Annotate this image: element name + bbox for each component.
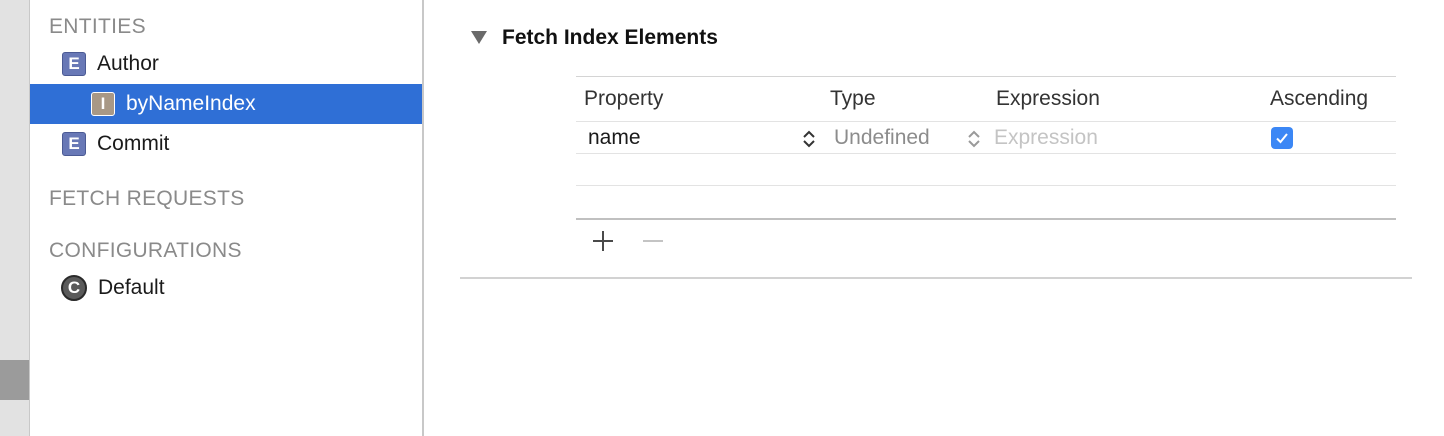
section-header-entities: ENTITIES	[49, 15, 146, 38]
type-select[interactable]: Undefined	[834, 126, 930, 150]
checkmark-icon	[1276, 133, 1288, 144]
column-header-property[interactable]: Property	[584, 87, 663, 111]
section-header-fetch-requests: FETCH REQUESTS	[49, 187, 245, 210]
index-icon: I	[91, 92, 115, 116]
updown-arrows-icon[interactable]	[967, 129, 981, 149]
section-header-configurations: CONFIGURATIONS	[49, 239, 242, 262]
sidebar-item-bynameindex[interactable]: I byNameIndex	[30, 84, 422, 124]
entity-icon: E	[62, 132, 86, 156]
section-title: Fetch Index Elements	[502, 26, 718, 49]
column-header-expression[interactable]: Expression	[996, 87, 1100, 111]
header-divider	[576, 121, 1396, 122]
left-scroll-gutter	[0, 0, 30, 436]
sidebar-item-author[interactable]: E Author	[30, 44, 422, 84]
ascending-checkbox[interactable]	[1271, 127, 1293, 149]
fetch-index-elements-table: Property Type Expression Ascending name …	[576, 76, 1396, 220]
sidebar-item-default[interactable]: C Default	[30, 268, 422, 308]
row-divider	[576, 185, 1396, 186]
sidebar-item-label: Default	[98, 276, 165, 299]
gutter-scroll-thumb[interactable]	[0, 360, 29, 400]
add-row-button[interactable]	[591, 229, 615, 253]
property-select[interactable]: name	[588, 126, 641, 150]
expression-field[interactable]: Expression	[994, 126, 1098, 150]
sidebar-item-label: Commit	[97, 132, 170, 155]
sidebar-item-label: byNameIndex	[126, 92, 256, 115]
section-divider	[460, 277, 1412, 279]
model-sidebar: ENTITIES E Author I byNameIndex E Commit…	[30, 0, 424, 436]
configuration-icon: C	[61, 275, 87, 301]
remove-row-button[interactable]	[641, 229, 665, 253]
column-header-type[interactable]: Type	[830, 87, 876, 111]
minus-icon	[643, 240, 663, 242]
row-divider	[576, 153, 1396, 154]
sidebar-item-commit[interactable]: E Commit	[30, 124, 422, 164]
disclosure-triangle-icon[interactable]	[471, 31, 487, 44]
entity-icon: E	[62, 52, 86, 76]
column-header-ascending[interactable]: Ascending	[1270, 87, 1368, 111]
plus-icon	[593, 231, 613, 251]
sidebar-item-label: Author	[97, 52, 159, 75]
updown-arrows-icon[interactable]	[802, 129, 816, 149]
